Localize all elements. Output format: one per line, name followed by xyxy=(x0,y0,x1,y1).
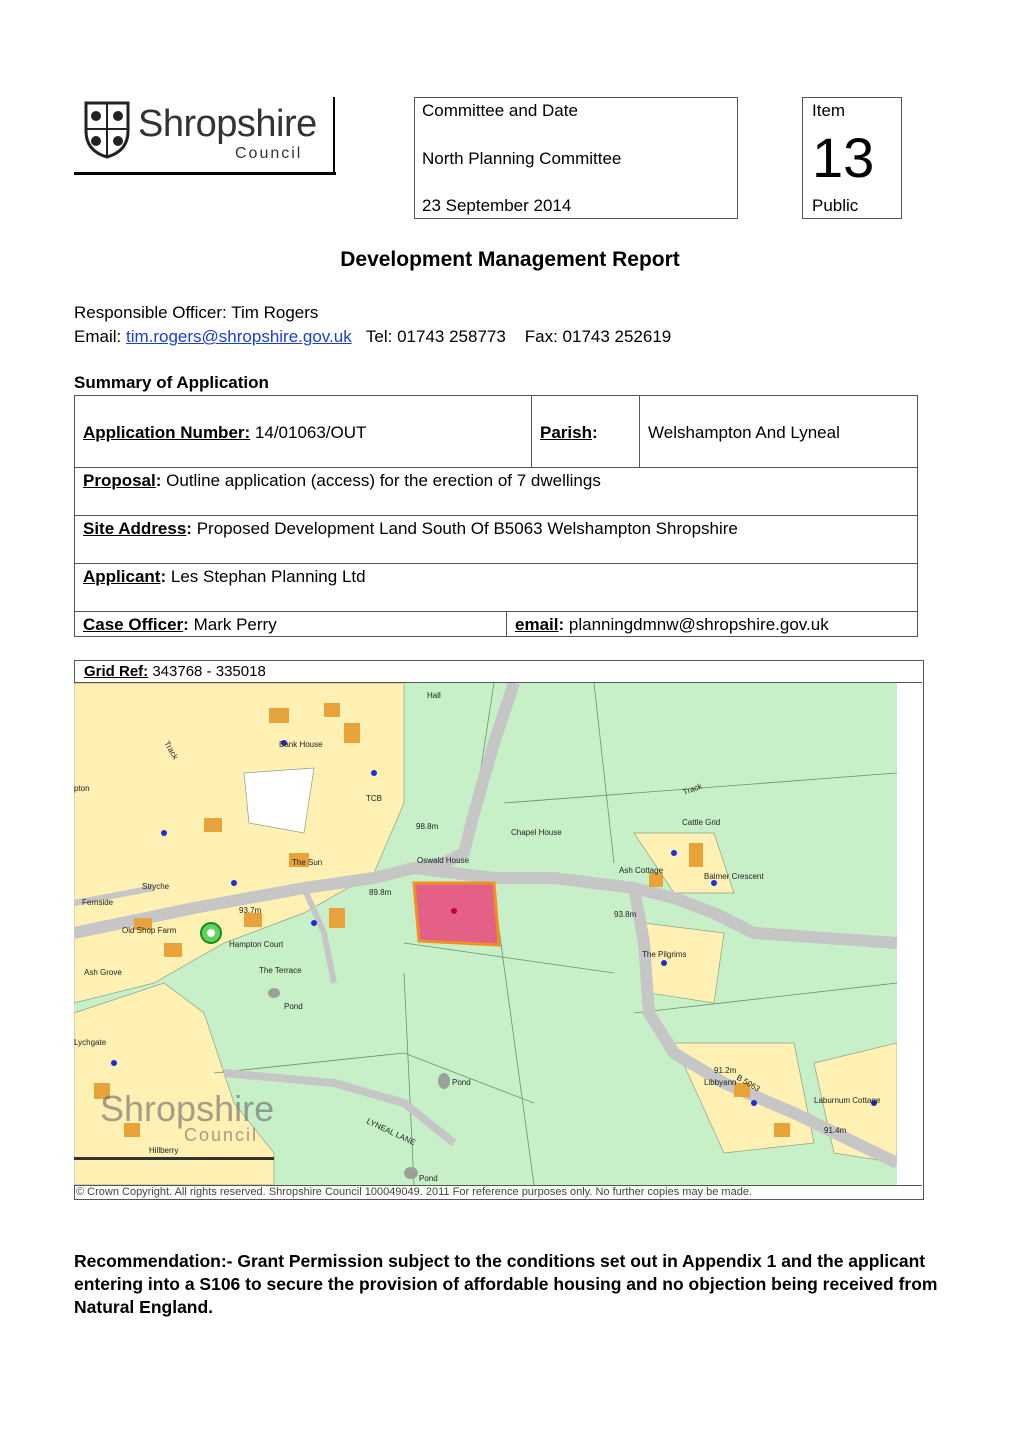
email-label: Email: xyxy=(74,327,122,346)
map-label: Libbyann xyxy=(704,1078,736,1087)
map-label: pton xyxy=(74,784,90,793)
case-officer-value: Mark Perry xyxy=(193,615,277,634)
officer-contact: Email: tim.rogers@shropshire.gov.uk Tel:… xyxy=(74,327,671,347)
map-label: Old Shop Farm xyxy=(122,926,177,935)
logo-name: Shropshire xyxy=(138,103,317,145)
committee-heading: Committee and Date xyxy=(422,101,578,120)
site-address-label: Site Address xyxy=(83,519,187,538)
committee-name: North Planning Committee xyxy=(422,149,622,168)
map-label: Lychgate xyxy=(74,1038,107,1047)
application-table: Application Number: 14/01063/OUT Parish:… xyxy=(74,395,918,637)
officer-name: Tim Rogers xyxy=(231,303,319,322)
map-label: Pond xyxy=(284,1002,303,1011)
email-label-app: email xyxy=(515,615,559,634)
map-label: The Pilgrims xyxy=(642,950,686,959)
map-label: Ash Grove xyxy=(84,968,122,977)
logo-subname: Council xyxy=(235,145,303,162)
officer-email-link[interactable]: tim.rogers@shropshire.gov.uk xyxy=(126,327,352,346)
shield-crest-icon xyxy=(84,101,130,159)
item-number: 13 xyxy=(812,126,875,189)
item-status: Public xyxy=(812,196,859,215)
site-address-value: Proposed Development Land South Of B5063… xyxy=(196,519,738,538)
site-address-row: Site Address: Proposed Development Land … xyxy=(83,519,738,538)
site-location-map: Hall Bank House Track Track pton TCB 98.… xyxy=(74,683,897,1185)
responsible-officer: Responsible Officer: Tim Rogers xyxy=(74,303,318,323)
tel-label: Tel: xyxy=(365,327,393,346)
applicant-label: Applicant xyxy=(83,567,161,586)
map-label: Fernside xyxy=(82,898,114,907)
officer-label: Responsible Officer: xyxy=(74,303,227,322)
map-label: 98.8m xyxy=(416,822,439,831)
parish-value: Welshampton And Lyneal xyxy=(648,423,840,442)
map-label: TCB xyxy=(366,794,382,803)
map-label: Hampton Court xyxy=(229,940,284,949)
fax-value: 01743 252619 xyxy=(562,327,672,346)
case-officer-row: Case Officer: Mark Perry xyxy=(83,615,277,634)
map-label: 91.4m xyxy=(824,1126,847,1135)
case-officer-label: Case Officer xyxy=(83,615,184,634)
map-label: Chapel House xyxy=(511,828,562,837)
item-heading: Item xyxy=(812,101,846,120)
map-label: Hall xyxy=(427,691,441,700)
proposal-label: Proposal xyxy=(83,471,156,490)
map-label: Hillberry xyxy=(149,1146,178,1155)
map-label: The Terrace xyxy=(259,966,302,975)
application-number-row: Application Number: 14/01063/OUT xyxy=(83,423,366,443)
application-number-label: Application Number: xyxy=(83,423,251,442)
map-label: Stryche xyxy=(142,882,170,891)
report-title: Development Management Report xyxy=(340,248,680,271)
copyright-notice: © Crown Copyright. All rights reserved. … xyxy=(76,1186,752,1198)
logo-divider xyxy=(333,97,335,175)
tel-value: 01743 258773 xyxy=(397,327,506,346)
parish-label: Parish xyxy=(540,423,592,442)
proposal-row: Proposal: Outline application (access) f… xyxy=(83,471,601,490)
map-label: Laburnum Cottage xyxy=(814,1096,881,1105)
map-label: Bank House xyxy=(279,740,323,749)
map-label: Oswald House xyxy=(417,856,470,865)
application-number-value: 14/01063/OUT xyxy=(254,423,367,442)
grid-ref-label: Grid Ref: xyxy=(84,663,149,680)
summary-heading: Summary of Application xyxy=(74,373,269,392)
map-label: 93.7m xyxy=(239,906,262,915)
map-label: 89.8m xyxy=(369,888,392,897)
fax-label: Fax: xyxy=(524,327,558,346)
map-label: Pond xyxy=(419,1174,438,1183)
map-label: The Sun xyxy=(292,858,322,867)
parish-row: Parish: xyxy=(540,423,598,442)
applicant-value: Les Stephan Planning Ltd xyxy=(170,567,366,586)
logo-underline xyxy=(74,172,336,175)
map-label: Pond xyxy=(452,1078,471,1087)
email-row: email: planningdmnw@shropshire.gov.uk xyxy=(515,615,829,634)
proposal-value: Outline application (access) for the ere… xyxy=(166,471,601,490)
map-label: Ash Cottage xyxy=(619,866,664,875)
map-label: 91.2m xyxy=(714,1066,737,1075)
map-watermark: Shropshire xyxy=(100,1088,274,1129)
map-watermark-sub: Council xyxy=(184,1125,258,1145)
map-label: Cattle Grid xyxy=(682,818,720,827)
grid-ref-value: 343768 - 335018 xyxy=(152,663,266,680)
recommendation: Recommendation:- Grant Permission subjec… xyxy=(74,1251,938,1317)
map-label: 93.8m xyxy=(614,910,637,919)
applicant-row: Applicant: Les Stephan Planning Ltd xyxy=(83,567,366,586)
committee-date: 23 September 2014 xyxy=(422,196,572,215)
grid-ref: Grid Ref: 343768 - 335018 xyxy=(84,663,266,680)
planning-email-value: planningdmnw@shropshire.gov.uk xyxy=(568,615,829,634)
map-label: Balmer Crescent xyxy=(704,872,764,881)
